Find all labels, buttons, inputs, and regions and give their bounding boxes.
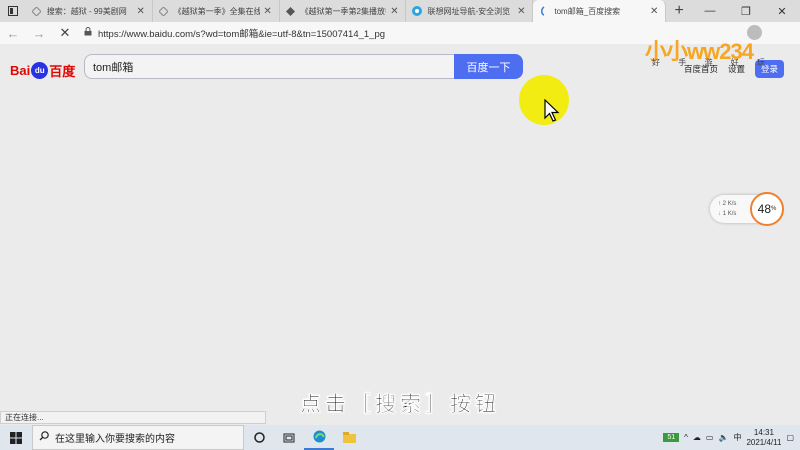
download-unit: K/s xyxy=(727,211,737,217)
windows-start-icon[interactable] xyxy=(0,431,32,444)
forward-arrow-icon[interactable]: → xyxy=(26,26,52,41)
download-rate: 1 xyxy=(722,211,727,217)
edge-browser-icon[interactable] xyxy=(304,425,334,450)
tab-0[interactable]: 搜索：越狱 - 99美剧网 ✕ xyxy=(26,0,153,22)
network-speed-widget[interactable]: ↑ 2 K/s ↓ 1 K/s 48% xyxy=(710,192,784,226)
taskbar-search-placeholder: 在这里输入你要搜索的内容 xyxy=(55,434,175,445)
speed-rates: ↑ 2 K/s ↓ 1 K/s xyxy=(718,199,736,219)
cortana-icon[interactable] xyxy=(244,425,274,450)
lenovo-icon xyxy=(412,6,423,16)
taskbar: 在这里输入你要搜索的内容 51 ^ ☁ ▭ 🔈 中 14:31 2021/4/1… xyxy=(0,425,800,450)
close-icon[interactable]: ✕ xyxy=(649,6,659,17)
cpu-value: 48 xyxy=(757,202,771,216)
tab-title: 联想网址导航-安全浏览 xyxy=(427,6,511,16)
page-content: Bai du 百度 tom邮箱 百度一下 百度首页 设置 登录 xyxy=(0,44,800,410)
stop-loading-icon[interactable]: ✕ xyxy=(52,25,78,41)
back-arrow-icon[interactable]: ← xyxy=(0,26,26,41)
lock-icon[interactable] xyxy=(84,27,92,39)
baidu-icon xyxy=(539,6,549,16)
close-icon[interactable]: ✕ xyxy=(136,6,146,17)
taskbar-search-input[interactable]: 在这里输入你要搜索的内容 xyxy=(32,425,244,450)
tab-actions-icon[interactable] xyxy=(0,0,26,22)
tab-title: tom邮箱_百度搜索 xyxy=(554,6,621,16)
cpu-unit: % xyxy=(771,206,777,212)
search-icon xyxy=(39,431,49,444)
network-icon[interactable]: ▭ xyxy=(706,433,714,442)
tab-title: 《越狱第一季》全集在线观看 xyxy=(173,6,260,16)
file-explorer-icon[interactable] xyxy=(334,425,364,450)
close-icon[interactable]: ✕ xyxy=(263,6,273,17)
upload-arrow-icon: ↑ xyxy=(718,201,721,207)
cpu-usage-badge: 48% xyxy=(750,192,784,226)
new-tab-button[interactable]: + xyxy=(666,0,692,22)
chevron-up-icon[interactable]: ^ xyxy=(684,433,688,442)
cloud-icon[interactable]: ☁ xyxy=(693,433,701,442)
search-button[interactable]: 百度一下 xyxy=(454,54,523,79)
task-view-icon[interactable] xyxy=(274,425,304,450)
clock-date: 2021/4/11 xyxy=(746,437,782,447)
upload-rate: 2 xyxy=(722,201,727,207)
logo-text-du: 百度 xyxy=(49,64,76,79)
download-arrow-icon: ↓ xyxy=(718,211,721,217)
maximize-icon[interactable]: ❐ xyxy=(728,0,764,22)
close-icon[interactable]: ✕ xyxy=(516,6,526,17)
diamond-icon xyxy=(32,6,42,16)
mouse-pointer-icon xyxy=(544,99,560,122)
watermark-subtitle: 好 手 游 好 玩 xyxy=(652,58,773,67)
diamond-icon xyxy=(159,6,169,16)
system-clock[interactable]: 14:31 2021/4/11 xyxy=(746,428,781,448)
close-icon[interactable]: ✕ xyxy=(389,6,399,17)
ime-indicator[interactable]: 中 xyxy=(733,432,741,443)
notification-icon[interactable]: ▢ xyxy=(786,433,794,442)
system-tray: 51 ^ ☁ ▭ 🔈 中 14:31 2021/4/11 ▢ xyxy=(663,428,800,448)
diamond-icon xyxy=(286,6,296,16)
upload-unit: K/s xyxy=(727,201,737,207)
logo-text-bai: Bai xyxy=(10,63,31,78)
url-text[interactable]: https://www.baidu.com/s?wd=tom邮箱&ie=utf-… xyxy=(98,26,385,40)
minimize-icon[interactable]: — xyxy=(692,0,728,22)
tab-strip: 搜索：越狱 - 99美剧网 ✕ 《越狱第一季》全集在线观看 ✕ 《越狱第一季第2… xyxy=(0,0,800,22)
speaker-icon[interactable]: 🔈 xyxy=(718,433,728,442)
battery-badge[interactable]: 51 xyxy=(663,433,680,442)
close-window-icon[interactable]: ✕ xyxy=(764,0,800,22)
search-input[interactable]: tom邮箱 xyxy=(84,54,454,79)
status-bar: 正在连接... xyxy=(0,411,266,424)
clock-time: 14:31 xyxy=(753,427,774,437)
window-controls: — ❐ ✕ xyxy=(692,0,800,22)
paw-icon: du xyxy=(31,62,49,79)
tab-title: 搜索：越狱 - 99美剧网 xyxy=(46,6,127,16)
baidu-logo[interactable]: Bai du 百度 xyxy=(10,61,75,80)
tab-1[interactable]: 《越狱第一季》全集在线观看 ✕ xyxy=(153,0,280,22)
tab-title: 《越狱第一季第2集播放中》 xyxy=(300,6,387,16)
tab-4-active[interactable]: tom邮箱_百度搜索 ✕ xyxy=(533,0,667,22)
tab-3[interactable]: 联想网址导航-安全浏览 ✕ xyxy=(406,0,534,22)
address-bar[interactable]: https://www.baidu.com/s?wd=tom邮箱&ie=utf-… xyxy=(84,26,385,40)
tab-2[interactable]: 《越狱第一季第2集播放中》 ✕ xyxy=(280,0,407,22)
